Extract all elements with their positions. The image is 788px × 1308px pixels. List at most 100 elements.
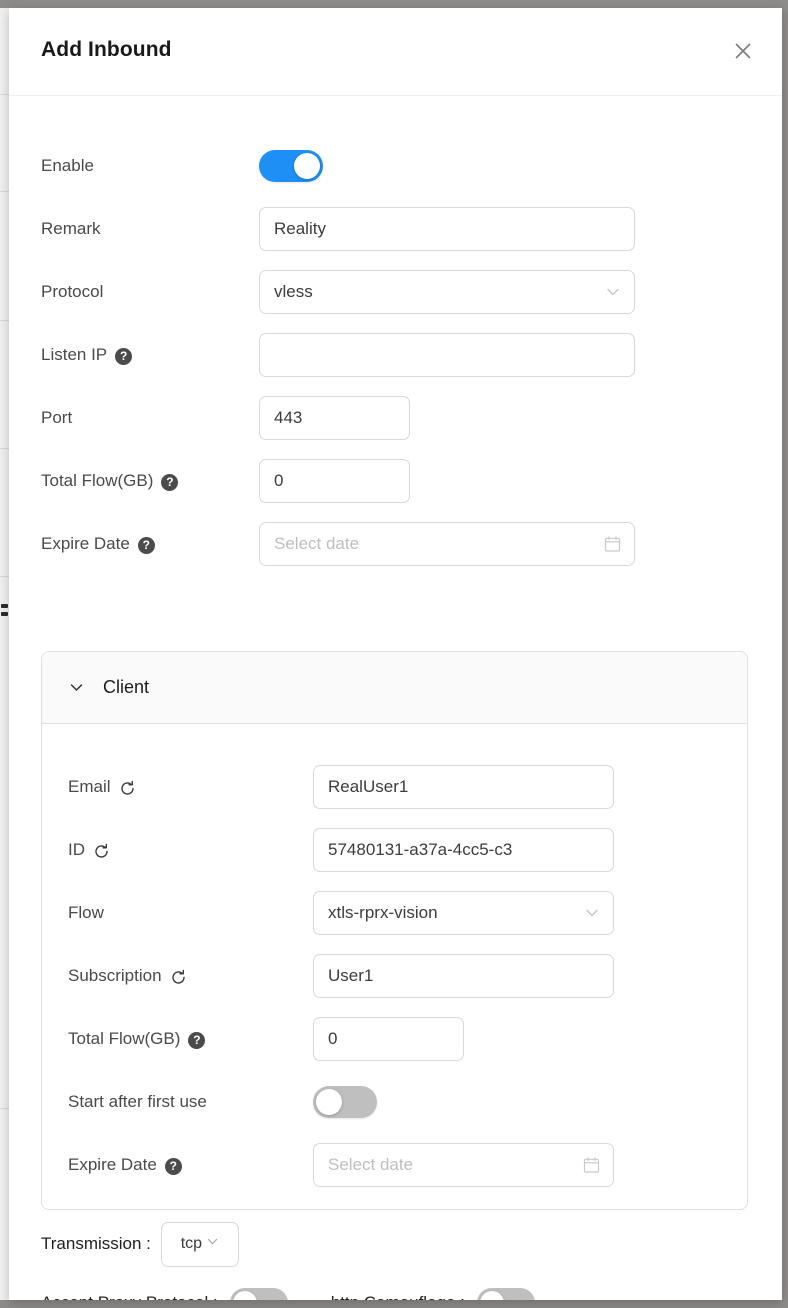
client-panel-title: Client (103, 677, 150, 697)
remark-value: Reality (274, 219, 326, 238)
total-flow-label: Total Flow(GB) ? (41, 459, 179, 503)
page-title: Add Inbound (41, 38, 172, 61)
client-field-row-id: ID 57480131-a37a-4cc5-c3 (42, 828, 747, 872)
remark-label: Remark (41, 219, 101, 238)
port-value: 443 (274, 408, 303, 427)
transmission-label: Transmission : (41, 1234, 151, 1253)
toggle-knob (316, 1089, 342, 1115)
total-flow-label-text: Total Flow(GB) (41, 471, 154, 490)
client-expire-date-label: Expire Date ? (68, 1143, 182, 1187)
http-camouflage-label: http Camouflage : (331, 1293, 465, 1300)
listen-ip-label-text: Listen IP (41, 345, 108, 364)
client-total-flow-label: Total Flow(GB) ? (68, 1017, 206, 1061)
help-icon[interactable]: ? (164, 1157, 182, 1175)
field-row-total-flow: Total Flow(GB) ? 0 (9, 459, 782, 503)
client-panel-header[interactable]: Client (42, 652, 747, 724)
refresh-icon[interactable] (119, 780, 136, 797)
enable-label: Enable (41, 156, 94, 175)
client-panel-body: Email RealUser1 ID 57480131-a37a-4cc5-c3… (42, 724, 747, 1209)
accept-proxy-protocol-label: Accept Proxy Protocol : (41, 1293, 218, 1300)
client-flow-value: xtls-rprx-vision (328, 903, 438, 922)
toggle-knob (232, 1291, 257, 1300)
field-row-port: Port 443 (9, 396, 782, 440)
chevron-down-icon (584, 905, 600, 921)
protocol-select[interactable]: vless (259, 270, 635, 314)
total-flow-input[interactable]: 0 (259, 459, 410, 503)
client-subscription-label: Subscription (68, 954, 187, 998)
client-subscription-label-text: Subscription (68, 966, 162, 985)
expire-date-label-text: Expire Date (41, 534, 130, 553)
expire-date-picker[interactable]: Select date (259, 522, 635, 566)
chevron-down-icon (605, 284, 621, 300)
transmission-row: Transmission : tcp (9, 1221, 782, 1267)
protocol-label: Protocol (41, 282, 104, 301)
client-id-label-text: ID (68, 840, 85, 859)
remark-input[interactable]: Reality (259, 207, 635, 251)
client-flow-select[interactable]: xtls-rprx-vision (313, 891, 614, 935)
background-page-edge (0, 8, 9, 1300)
client-email-input[interactable]: RealUser1 (313, 765, 614, 809)
close-icon[interactable] (726, 34, 760, 68)
client-expire-date-placeholder: Select date (328, 1155, 414, 1174)
listen-ip-label: Listen IP ? (41, 333, 133, 377)
field-row-protocol: Protocol vless (9, 270, 782, 314)
help-icon[interactable]: ? (161, 473, 179, 491)
refresh-icon[interactable] (93, 843, 110, 860)
field-row-listen-ip: Listen IP ? (9, 333, 782, 377)
background-text-fragment (1, 604, 8, 608)
client-field-row-total-flow: Total Flow(GB) ? 0 (42, 1017, 747, 1061)
modal-body: Enable Remark Reality Protocol vless Lis… (9, 96, 782, 1300)
field-row-enable: Enable (9, 144, 782, 188)
client-field-row-start-after-first-use: Start after first use (42, 1080, 747, 1124)
client-expire-date-label-text: Expire Date (68, 1155, 157, 1174)
proxy-camouflage-row: Accept Proxy Protocol : http Camouflage … (9, 1286, 782, 1300)
client-subscription-input[interactable]: User1 (313, 954, 614, 998)
start-after-first-use-label: Start after first use (68, 1092, 207, 1111)
calendar-icon (604, 536, 621, 553)
client-total-flow-value: 0 (328, 1029, 338, 1048)
http-camouflage-toggle[interactable] (476, 1288, 535, 1300)
client-id-input[interactable]: 57480131-a37a-4cc5-c3 (313, 828, 614, 872)
chevron-down-icon[interactable] (68, 679, 85, 696)
transmission-select[interactable]: tcp (160, 1221, 239, 1267)
modal-header: Add Inbound (9, 8, 782, 96)
client-expire-date-picker[interactable]: Select date (313, 1143, 614, 1187)
enable-toggle[interactable] (259, 150, 323, 182)
chevron-down-icon (206, 1235, 219, 1253)
listen-ip-input[interactable] (259, 333, 635, 377)
client-total-flow-input[interactable]: 0 (313, 1017, 464, 1061)
port-input[interactable]: 443 (259, 396, 410, 440)
background-text-fragment (1, 612, 8, 616)
port-label: Port (41, 408, 73, 427)
refresh-icon[interactable] (170, 969, 187, 986)
client-total-flow-label-text: Total Flow(GB) (68, 1029, 181, 1048)
client-field-row-expire-date: Expire Date ? Select date (42, 1143, 747, 1187)
expire-date-label: Expire Date ? (41, 522, 155, 566)
accept-proxy-protocol-toggle[interactable] (229, 1288, 288, 1300)
add-inbound-modal: Add Inbound Enable Remark Reality Protoc… (9, 8, 782, 1300)
client-id-label: ID (68, 828, 110, 872)
client-field-row-email: Email RealUser1 (42, 765, 747, 809)
client-flow-label: Flow (68, 903, 104, 922)
field-row-remark: Remark Reality (9, 207, 782, 251)
toggle-knob (294, 153, 320, 179)
client-id-value: 57480131-a37a-4cc5-c3 (328, 840, 513, 859)
client-email-label-text: Email (68, 777, 111, 796)
calendar-icon (583, 1157, 600, 1174)
client-field-row-flow: Flow xtls-rprx-vision (42, 891, 747, 935)
total-flow-value: 0 (274, 471, 284, 490)
start-after-first-use-toggle[interactable] (313, 1086, 377, 1118)
client-field-row-subscription: Subscription User1 (42, 954, 747, 998)
help-icon[interactable]: ? (115, 347, 133, 365)
field-row-expire-date: Expire Date ? Select date (9, 522, 782, 566)
help-icon[interactable]: ? (137, 536, 155, 554)
protocol-value: vless (274, 282, 313, 301)
help-icon[interactable]: ? (188, 1031, 206, 1049)
client-email-label: Email (68, 765, 136, 809)
client-collapse-panel: Client Email RealUser1 ID 57480131-a37a-… (41, 651, 748, 1210)
expire-date-placeholder: Select date (274, 534, 360, 553)
client-email-value: RealUser1 (328, 777, 409, 796)
client-subscription-value: User1 (328, 966, 374, 985)
toggle-knob (479, 1291, 504, 1300)
transmission-value: tcp (180, 1235, 203, 1252)
